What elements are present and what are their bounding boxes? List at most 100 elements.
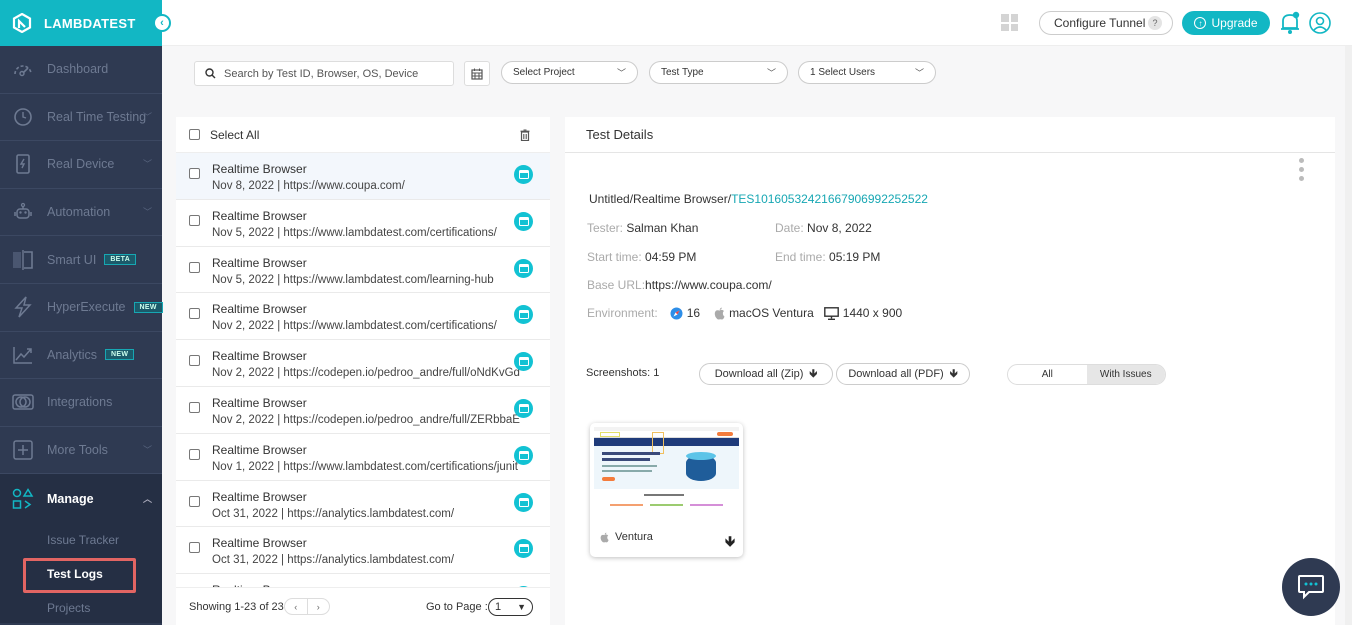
test-list-item[interactable]: Realtime Browser Nov 2, 2022 | https://c… [176, 340, 550, 387]
sidebar-item-more-tools[interactable]: More Tools ﹀ [0, 427, 162, 475]
configure-tunnel-label: Configure Tunnel [1054, 16, 1146, 30]
row-checkbox[interactable] [189, 495, 200, 507]
row-checkbox[interactable] [189, 448, 200, 460]
sidebar-item-automation[interactable]: Automation ﹀ [0, 189, 162, 237]
chat-bubble-icon [1298, 575, 1324, 600]
notification-bell-icon[interactable] [1279, 11, 1301, 35]
filter-with-issues-tab[interactable]: With Issues [1086, 365, 1165, 384]
prev-page-button[interactable]: ‹ [285, 599, 307, 614]
row-checkbox[interactable] [189, 355, 200, 367]
chevron-up-icon: ︿ [142, 493, 152, 504]
download-pdf-button[interactable]: Download all (PDF) 🡻 [836, 363, 970, 385]
browser-version: 16 [686, 306, 701, 320]
page-scrollbar[interactable] [1345, 46, 1352, 625]
test-details-panel: Test Details Untitled/Realtime Browser/T… [565, 117, 1335, 625]
search-input[interactable] [224, 67, 444, 80]
browser-window-icon[interactable] [514, 258, 533, 278]
sidebar-item-label: Automation [47, 205, 111, 220]
sidebar-subitem-projects[interactable]: Projects [0, 591, 162, 625]
next-page-button[interactable]: › [306, 599, 329, 614]
select-project-dropdown[interactable]: Select Project ﹀ [501, 61, 638, 84]
filter-all-tab[interactable]: All [1008, 365, 1087, 384]
device-icon [12, 153, 34, 175]
date-picker-button[interactable] [464, 61, 490, 86]
browser-window-icon[interactable] [514, 211, 533, 231]
collapse-sidebar-button[interactable]: ‹ [153, 14, 171, 32]
start-time-field: Start time: 04:59 PM [587, 250, 696, 264]
select-users-label: 1 Select Users [810, 67, 876, 78]
browser-window-icon[interactable] [514, 445, 533, 465]
tester-value: Salman Khan [626, 221, 699, 235]
row-text: Realtime Browser Nov 1, 2022 | https://w… [212, 434, 518, 477]
select-users-dropdown[interactable]: 1 Select Users ﹀ [798, 61, 936, 84]
chevron-down-icon: ﹀ [142, 206, 152, 217]
lambdatest-logo-icon [12, 13, 32, 33]
download-zip-label: Download all (Zip) [714, 368, 804, 380]
safari-icon [670, 307, 683, 319]
row-checkbox[interactable] [189, 542, 200, 554]
user-avatar-icon[interactable] [1309, 12, 1331, 34]
browser-window-icon[interactable] [514, 165, 533, 184]
row-checkbox[interactable] [189, 401, 200, 413]
test-list-item[interactable]: Realtime Browser Nov 1, 2022 | https://w… [176, 434, 550, 481]
test-list-item[interactable]: Realtime Browser Nov 5, 2022 | https://w… [176, 200, 550, 247]
sidebar-item-manage[interactable]: Manage ︿ [0, 474, 162, 524]
test-id-link[interactable]: TES10160532421667906992252522 [731, 192, 928, 206]
sidebar-item-real-device[interactable]: Real Device ﹀ [0, 141, 162, 189]
sidebar-item-dashboard[interactable]: Dashboard [0, 46, 162, 94]
row-checkbox[interactable] [189, 168, 200, 179]
test-list-panel: Select All Realtime Browser Nov 8, 2022 … [176, 117, 550, 625]
base-url-field: Base URL:https://www.coupa.com/ [587, 278, 772, 292]
tester-label: Tester: [587, 221, 624, 235]
upgrade-label: Upgrade [1211, 16, 1258, 30]
upgrade-button[interactable]: ↑ Upgrade [1182, 11, 1270, 35]
trash-icon[interactable] [520, 129, 530, 141]
row-subtitle: Nov 1, 2022 | https://www.lambdatest.com… [212, 460, 518, 473]
bolt-icon [12, 296, 34, 318]
test-list-item[interactable]: Realtime Browser Oct 31, 2022 | https://… [176, 481, 550, 528]
apps-grid-icon[interactable] [1001, 14, 1018, 31]
sidebar-item-hyperexecute[interactable]: HyperExecute NEW [0, 284, 163, 332]
test-list-item[interactable]: Realtime Browser Nov 2, 2022 | https://w… [176, 293, 550, 341]
sidebar-item-integrations[interactable]: Integrations [0, 379, 162, 427]
sidebar-item-label: Real Time Testing [47, 109, 147, 124]
test-list-item[interactable]: Realtime Browser Oct 31, 2022 | https://… [176, 527, 550, 575]
download-screenshot-icon[interactable]: 🡻 [725, 531, 735, 555]
row-text: Realtime Browser Nov 5, 2022 | https://w… [212, 247, 494, 290]
select-all-checkbox[interactable] [189, 129, 200, 140]
sidebar-item-real-time-testing[interactable]: Real Time Testing ﹀ [0, 94, 162, 142]
goto-page-select[interactable]: 1 ▼ [488, 598, 533, 616]
row-checkbox[interactable] [189, 214, 200, 226]
row-checkbox[interactable] [189, 261, 200, 273]
manage-icon [12, 487, 34, 510]
download-zip-button[interactable]: Download all (Zip) 🡻 [699, 363, 833, 385]
search-field[interactable] [194, 61, 454, 86]
help-icon[interactable]: ? [1148, 16, 1162, 30]
configure-tunnel-button[interactable]: Configure Tunnel ? [1039, 11, 1173, 35]
more-options-icon[interactable] [1299, 158, 1304, 181]
test-list-item[interactable]: Realtime Browser Nov 5, 2022 | https://w… [176, 247, 550, 294]
row-checkbox[interactable] [189, 308, 200, 320]
browser-window-icon[interactable] [514, 492, 533, 512]
chevron-down-icon: ﹀ [142, 159, 152, 170]
test-type-dropdown[interactable]: Test Type ﹀ [649, 61, 788, 84]
sidebar-item-analytics[interactable]: Analytics NEW [0, 332, 162, 380]
top-bar: Configure Tunnel ? ↑ Upgrade [162, 0, 1352, 46]
browser-window-icon[interactable] [514, 352, 533, 372]
test-list-item[interactable]: Realtime Browser [176, 574, 550, 587]
row-text: Realtime Browser Nov 8, 2022 | https://w… [212, 153, 405, 196]
browser-window-icon[interactable] [514, 305, 533, 325]
row-title: Realtime Browser [212, 162, 307, 176]
realtime-icon [12, 106, 34, 128]
screenshot-card[interactable]: Ventura 🡻 [590, 423, 743, 557]
test-list-item[interactable]: Realtime Browser Nov 2, 2022 | https://c… [176, 387, 550, 434]
sidebar-subitem-issue-tracker[interactable]: Issue Tracker [0, 523, 162, 557]
test-list-item[interactable]: Realtime Browser Nov 8, 2022 | https://w… [176, 153, 550, 200]
browser-window-icon[interactable] [514, 539, 533, 559]
screenshot-thumbnail[interactable] [594, 427, 739, 524]
chat-support-button[interactable] [1282, 558, 1340, 616]
sidebar-item-smart-ui[interactable]: Smart UI BETA [0, 236, 162, 284]
browser-window-icon[interactable] [514, 398, 533, 418]
row-subtitle: Oct 31, 2022 | https://analytics.lambdat… [212, 507, 455, 520]
row-subtitle: Nov 5, 2022 | https://www.lambdatest.com… [212, 273, 494, 286]
